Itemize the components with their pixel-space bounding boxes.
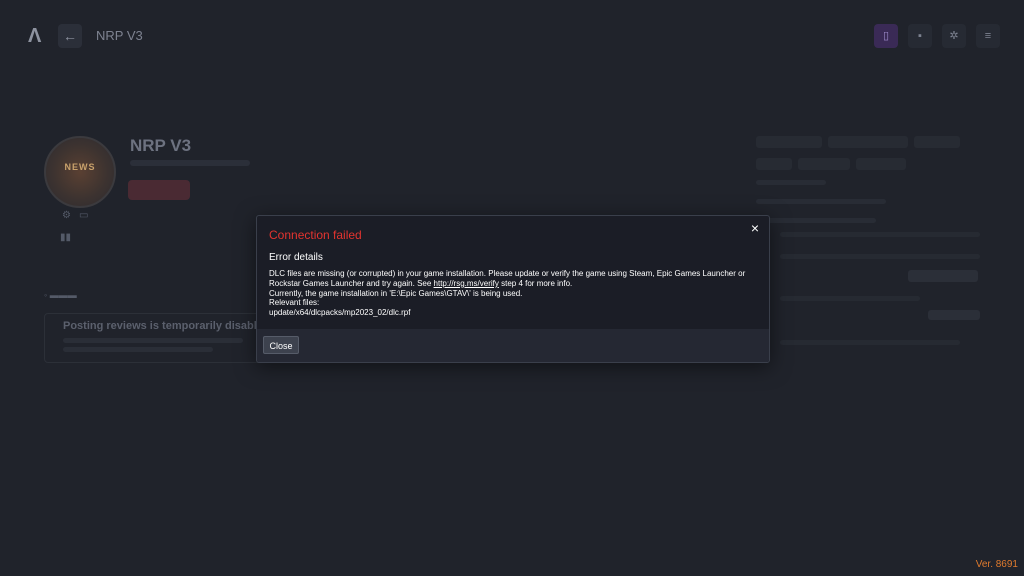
arrow-left-icon: ← [63, 28, 77, 44]
back-button[interactable]: ← [58, 24, 82, 48]
reviews-disabled-title: Posting reviews is temporarily disabled [63, 320, 270, 332]
reviews-text-line [63, 338, 243, 343]
app-logo-icon[interactable]: Λ [28, 24, 48, 48]
info-line [756, 218, 876, 223]
error-line-4: Relevant files: [269, 298, 320, 308]
gear-small-icon: ⚙ [62, 210, 71, 221]
info-badge [908, 270, 978, 282]
tag-row [756, 136, 1006, 148]
error-line-2-pre: Rockstar Games Launcher and try again. S… [269, 278, 434, 288]
server-description [130, 160, 250, 166]
tag-row [756, 158, 1006, 170]
tag-pill [798, 158, 850, 170]
connection-failed-dialog: Connection failed × Error details DLC fi… [256, 215, 770, 363]
server-logo-text: NEWS [64, 162, 96, 172]
connect-button[interactable] [128, 180, 190, 200]
server-meta-icons: ⚙ ▭ [62, 210, 88, 221]
info-row [780, 232, 980, 237]
tag-pill [828, 136, 908, 148]
tools-icon[interactable]: ▪ [908, 24, 932, 48]
error-details-body: DLC files are missing (or corrupted) in … [269, 269, 757, 318]
gear-icon[interactable]: ✲ [942, 24, 966, 48]
close-icon[interactable]: × [747, 220, 763, 236]
info-badge [928, 310, 980, 320]
error-line-1: DLC files are missing (or corrupted) in … [269, 269, 746, 278]
version-label: Ver. 8691 [975, 559, 1018, 570]
reviews-box: Posting reviews is temporarily disabled [44, 313, 276, 363]
server-logo: NEWS [44, 136, 116, 208]
error-line-3: Currently, the game installation in 'E:\… [269, 288, 523, 298]
profile-icon[interactable]: ▯ [874, 24, 898, 48]
error-details-heading: Error details [269, 252, 323, 263]
menu-icon[interactable]: ≡ [976, 24, 1000, 48]
error-line-2: Rockstar Games Launcher and try again. S… [269, 279, 757, 289]
info-line [756, 180, 826, 185]
relevant-file-path: update/x64/dlcpacks/mp2023_02/dlc.rpf [269, 308, 411, 318]
tag-pill [756, 136, 822, 148]
page-title: NRP V3 [96, 28, 143, 43]
close-button[interactable]: Close [263, 336, 299, 354]
info-row [780, 296, 920, 301]
reviews-text-line [63, 347, 213, 352]
tag-pill [914, 136, 960, 148]
top-icon-group: ▯ ▪ ✲ ≡ [874, 24, 1000, 48]
info-line [756, 199, 886, 204]
flag-icon: ▭ [78, 210, 89, 221]
dialog-title: Connection failed [269, 228, 362, 242]
top-bar: Λ ← NRP V3 ▯ ▪ ✲ ≡ [0, 0, 1024, 72]
server-name: NRP V3 [130, 136, 192, 155]
player-count-icon: ▮▮ [60, 232, 72, 243]
tag-pill [756, 158, 792, 170]
info-row [780, 340, 960, 345]
error-line-2-post: step 4 for more info. [498, 278, 573, 288]
reviews-label: ◦ ▬▬▬ [44, 290, 77, 300]
dialog-footer: Close [257, 329, 769, 362]
info-row [780, 254, 980, 259]
tag-pill [856, 158, 906, 170]
verify-link[interactable]: http://rsg.ms/verify [434, 279, 499, 288]
